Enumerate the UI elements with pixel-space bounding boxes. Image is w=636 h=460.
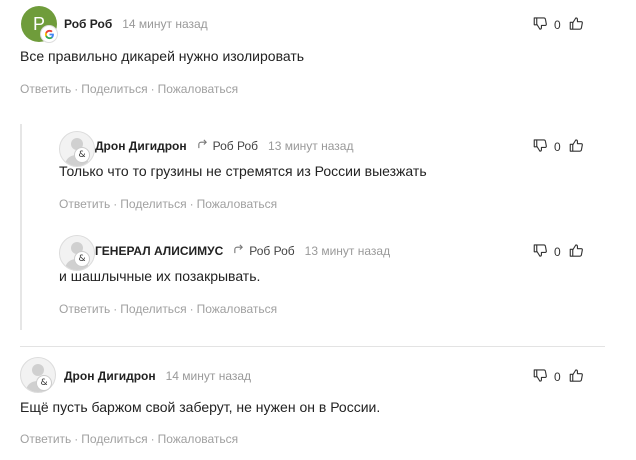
report-link[interactable]: Пожаловаться	[158, 82, 239, 96]
vote-controls: 0	[533, 138, 584, 156]
thumb-up-icon[interactable]	[569, 368, 584, 386]
reply-link[interactable]: Ответить	[20, 82, 71, 96]
comment-actions: Ответить · Поделиться · Пожаловаться	[59, 197, 277, 211]
separator: ·	[150, 432, 155, 446]
report-link[interactable]: Пожаловаться	[197, 302, 278, 316]
comment-actions: Ответить · Поделиться · Пожаловаться	[20, 432, 238, 446]
author-name[interactable]: Дрон Дигидрон	[95, 139, 187, 153]
vote-count: 0	[554, 245, 561, 259]
reply-link[interactable]: Ответить	[59, 197, 110, 211]
separator: ·	[189, 197, 194, 211]
reply-arrow-icon	[233, 244, 244, 258]
vote-count: 0	[554, 140, 561, 154]
share-link[interactable]: Поделиться	[120, 302, 186, 316]
thumb-up-icon[interactable]	[569, 138, 584, 156]
comment-text: Только что то грузины не стремятся из Ро…	[59, 163, 427, 179]
share-link[interactable]: Поделиться	[81, 82, 147, 96]
thread-line	[20, 124, 22, 330]
vote-controls: 0	[533, 243, 584, 261]
author-name[interactable]: Роб Роб	[64, 17, 112, 31]
comment-text: Ещё пусть баржом свой заберут, не нужен …	[20, 399, 381, 415]
reply-arrow-icon	[197, 139, 208, 153]
separator: ·	[113, 197, 118, 211]
report-link[interactable]: Пожаловаться	[158, 432, 239, 446]
separator: ·	[150, 82, 155, 96]
timestamp: 13 минут назад	[268, 139, 354, 153]
thumb-down-icon[interactable]	[533, 16, 548, 34]
vote-count: 0	[554, 18, 561, 32]
timestamp: 13 минут назад	[304, 244, 391, 258]
separator: ·	[189, 302, 194, 316]
vote-count: 0	[554, 370, 561, 384]
thumb-down-icon[interactable]	[533, 243, 548, 261]
comment-meta: Дрон Дигидрон Роб Роб 13 минут назад	[95, 139, 353, 153]
separator: ·	[74, 82, 79, 96]
reply-to-name[interactable]: Роб Роб	[213, 139, 258, 153]
comment-meta: Дрон Дигидрон 14 минут назад	[64, 369, 251, 383]
amp-badge-icon: &	[74, 251, 90, 267]
thumb-down-icon[interactable]	[533, 138, 548, 156]
separator: ·	[113, 302, 118, 316]
author-name[interactable]: Дрон Дигидрон	[64, 369, 156, 383]
comment-meta: ГЕНЕРАЛ АЛИСИМУС Роб Роб 13 минут назад	[95, 244, 390, 258]
share-link[interactable]: Поделиться	[120, 197, 186, 211]
amp-badge-icon: &	[36, 375, 52, 391]
separator: ·	[74, 432, 79, 446]
comment-actions: Ответить · Поделиться · Пожаловаться	[59, 302, 277, 316]
timestamp: 14 минут назад	[122, 17, 208, 31]
avatar[interactable]: Р	[21, 6, 57, 42]
reply-to: Роб Роб	[233, 244, 295, 258]
comment-text: Все правильно дикарей нужно изолировать	[20, 48, 305, 64]
comment-divider	[20, 346, 605, 347]
thumb-down-icon[interactable]	[533, 368, 548, 386]
reply-link[interactable]: Ответить	[20, 432, 71, 446]
thumb-up-icon[interactable]	[569, 243, 584, 261]
vote-controls: 0	[533, 16, 584, 34]
comment-text: и шашлычные их позакрывать.	[59, 268, 261, 284]
reply-link[interactable]: Ответить	[59, 302, 110, 316]
comment-actions: Ответить · Поделиться · Пожаловаться	[20, 82, 238, 96]
reply-to-name[interactable]: Роб Роб	[249, 244, 294, 258]
amp-badge-icon: &	[74, 147, 90, 163]
reply-to: Роб Роб	[197, 139, 258, 153]
google-icon	[41, 26, 57, 42]
share-link[interactable]: Поделиться	[81, 432, 147, 446]
author-name[interactable]: ГЕНЕРАЛ АЛИСИМУС	[95, 244, 223, 258]
report-link[interactable]: Пожаловаться	[197, 197, 278, 211]
thumb-up-icon[interactable]	[569, 16, 584, 34]
vote-controls: 0	[533, 368, 584, 386]
timestamp: 14 минут назад	[165, 369, 252, 383]
comment-meta: Роб Роб 14 минут назад	[64, 17, 208, 31]
